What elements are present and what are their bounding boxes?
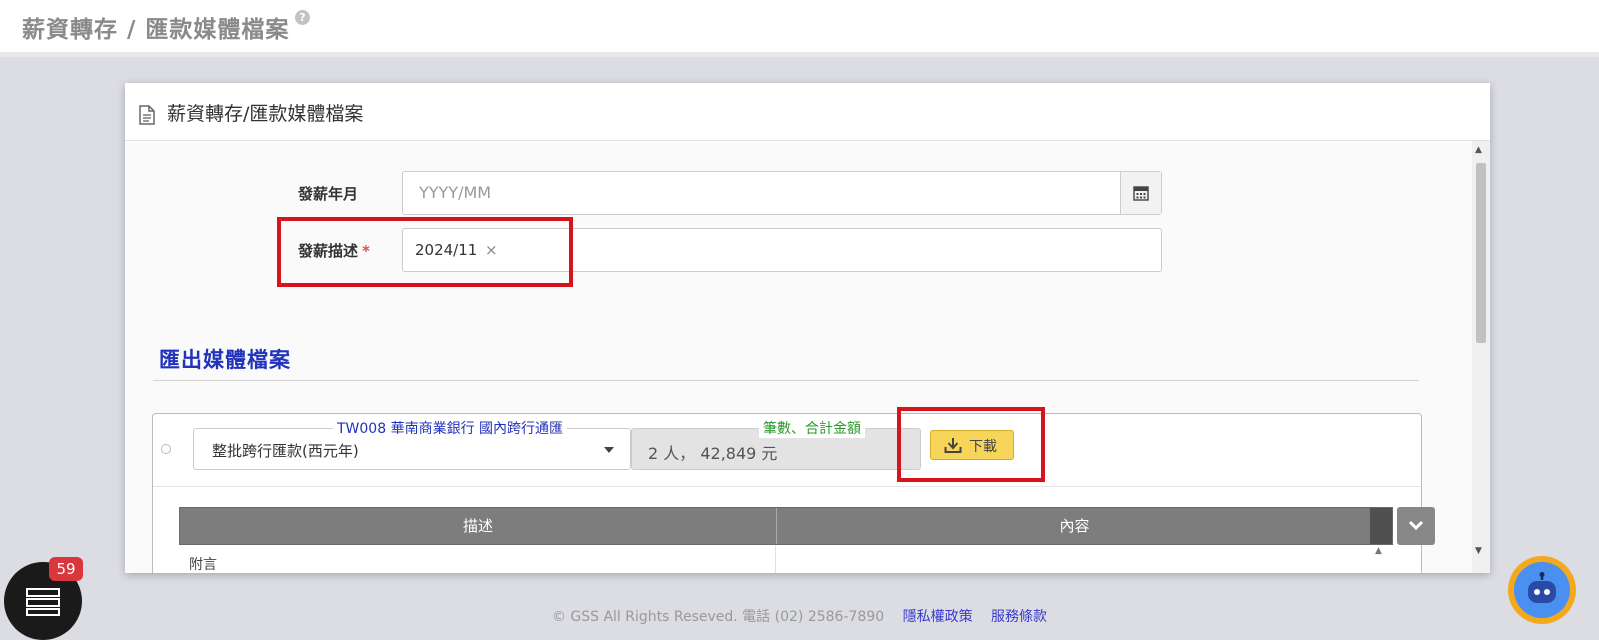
collapse-button[interactable] (1397, 507, 1435, 545)
pay-month-label: 發薪年月 (298, 185, 359, 203)
panel-title: 薪資轉存/匯款媒體檔案 (167, 103, 364, 125)
table-column-line (775, 545, 776, 573)
chevron-down-icon (604, 447, 614, 453)
chatbot-avatar (1514, 562, 1570, 618)
media-file-panel: 薪資轉存/匯款媒體檔案 發薪年月 YYYY/MM 發薪描述 * 2024/11 ×… (125, 83, 1490, 573)
table-header-scroll-gutter (1370, 508, 1392, 544)
document-icon (139, 105, 155, 125)
panel-header: 薪資轉存/匯款媒體檔案 (125, 83, 1490, 141)
help-icon[interactable]: ? (295, 10, 311, 25)
panel-scrollbar[interactable]: ▲ ▼ (1472, 141, 1490, 573)
highlight-box-download (897, 407, 1045, 482)
pay-month-input[interactable]: YYYY/MM (402, 171, 1162, 215)
pay-month-placeholder: YYYY/MM (419, 183, 492, 202)
export-radio[interactable] (161, 444, 171, 454)
chevron-down-icon (1408, 520, 1424, 531)
export-option-card: 整批跨行匯款(西元年) TW008 華南商業銀行 國內跨行通匯 2 人， 42,… (152, 413, 1435, 573)
calendar-icon (1133, 186, 1149, 201)
terms-link[interactable]: 服務條款 (991, 609, 1047, 625)
top-bar: 薪資轉存 / 匯款媒體檔案? (0, 0, 1599, 57)
highlight-box-desc (277, 217, 573, 287)
page-title-text: 薪資轉存 / 匯款媒體檔案 (22, 17, 290, 43)
column-header-content: 內容 (1059, 517, 1090, 535)
scroll-up-icon[interactable]: ▲ (1475, 145, 1482, 155)
bank-legend: TW008 華南商業銀行 國內跨行通匯 (333, 418, 568, 438)
scroll-down-icon[interactable]: ▼ (1475, 546, 1482, 556)
notification-badge: 59 (49, 557, 83, 581)
footer: © GSS All Rights Reseved. 電話 (02) 2586-7… (0, 606, 1599, 626)
count-amount-value: 2 人， 42,849 元 (648, 444, 778, 463)
page-title: 薪資轉存 / 匯款媒體檔案? (22, 10, 311, 44)
table-header: 描述 內容 (179, 507, 1393, 545)
table-row: 附言 (189, 557, 217, 573)
server-stack-icon (26, 588, 60, 616)
card-divider (153, 486, 1421, 487)
scroll-thumb[interactable] (1476, 163, 1486, 343)
table-scroll-up-icon[interactable]: ▲ (1375, 546, 1382, 556)
export-section-title: 匯出媒體檔案 (159, 348, 291, 372)
chatbot-fab[interactable] (1508, 556, 1576, 624)
panel-body: 發薪年月 YYYY/MM 發薪描述 * 2024/11 × 匯出媒體檔案 整批跨… (125, 141, 1473, 573)
count-legend: 筆數、合計金額 (759, 418, 865, 438)
calendar-button[interactable] (1120, 172, 1161, 214)
privacy-link[interactable]: 隱私權政策 (903, 609, 973, 625)
footer-copyright: © GSS All Rights Reseved. 電話 (02) 2586-7… (551, 609, 885, 625)
robot-icon (1528, 572, 1556, 603)
column-header-desc: 描述 (462, 517, 493, 535)
format-select-value: 整批跨行匯款(西元年) (212, 442, 359, 460)
section-divider (153, 380, 1419, 381)
